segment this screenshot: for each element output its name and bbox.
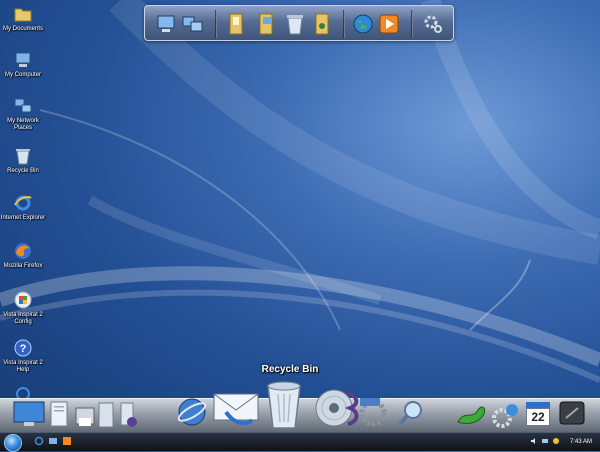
shutdown-icon[interactable] (556, 398, 588, 428)
network-tray-icon[interactable] (541, 437, 549, 445)
recycle-bin-icon[interactable] (283, 12, 307, 36)
dock-separator (215, 10, 217, 38)
documents-folder-icon[interactable] (225, 12, 249, 36)
documents-icon[interactable] (48, 400, 72, 430)
system-settings-icon[interactable] (490, 400, 520, 430)
network-icon[interactable] (181, 12, 205, 36)
recycle-bin-icon[interactable] (262, 376, 306, 430)
desktop-icon-label: Vista Inspirat 2 Config (3, 312, 43, 325)
desktop-icon-label: My Network Places (7, 118, 39, 131)
desktop-icon-label: My Computer (4, 72, 41, 78)
folder-icon[interactable] (96, 400, 118, 430)
taskbar-clock[interactable]: 7:43 AM (564, 437, 598, 447)
show-desktop-icon[interactable] (48, 436, 58, 446)
start-button[interactable] (4, 434, 22, 452)
desktop-icon-my-computer[interactable]: My Computer (0, 50, 46, 79)
folder-icon (14, 8, 32, 22)
dock-separator (343, 10, 345, 38)
volume-icon[interactable] (530, 437, 538, 445)
calendar-icon[interactable]: 22 (524, 400, 552, 428)
dock-hover-label: Recycle Bin (261, 364, 319, 375)
media-player-icon[interactable] (377, 12, 401, 36)
vista-config-icon (14, 291, 32, 309)
security-icon[interactable] (552, 437, 560, 445)
internet-explorer-icon (14, 195, 32, 211)
desktop-icon-label: Vista Inspirat 2 Help (3, 360, 43, 373)
network-icon (14, 98, 32, 113)
svg-text:?: ? (20, 343, 27, 355)
firefox-icon (15, 243, 31, 259)
calendar-day: 22 (526, 408, 550, 426)
desktop-icon-vista-inspirat-config[interactable]: Vista Inspirat 2 Config (0, 290, 46, 326)
desktop-icon-my-network-places[interactable]: My Network Places (0, 96, 46, 132)
computer-icon[interactable] (155, 12, 179, 36)
printer-icon[interactable] (74, 400, 96, 430)
media-player-icon[interactable] (62, 436, 72, 446)
mail-icon[interactable] (212, 390, 260, 430)
desktop-icon[interactable] (12, 398, 46, 428)
recycle-bin-icon (16, 149, 30, 165)
settings-icon[interactable] (358, 396, 388, 428)
search-icon[interactable] (396, 398, 426, 428)
pictures-folder-icon[interactable] (255, 12, 279, 36)
desktop-icon-my-documents[interactable]: My Documents (0, 4, 46, 33)
taskbar (0, 432, 600, 451)
desktop-icon-label: My Documents (2, 26, 43, 32)
internet-explorer-icon[interactable] (176, 396, 208, 428)
help-icon: ? (14, 339, 32, 357)
desktop-icon-internet-explorer[interactable]: Internet Explorer (0, 193, 46, 222)
desktop-icon-label: Recycle Bin (7, 168, 39, 174)
internet-explorer-icon[interactable] (34, 436, 44, 446)
desktop-icon-recycle-bin[interactable]: Recycle Bin (0, 146, 46, 175)
desktop-icon-label: Internet Explorer (0, 215, 46, 221)
desktop-icon-vista-inspirat-help[interactable]: ? Vista Inspirat 2 Help (0, 338, 46, 374)
globe-icon[interactable] (351, 12, 375, 36)
dock-separator (411, 10, 413, 38)
desktop-icon-label: Mozilla Firefox (3, 263, 43, 269)
top-dock (144, 5, 454, 41)
lizard-icon[interactable] (456, 400, 488, 428)
desktop-icon-mozilla-firefox[interactable]: Mozilla Firefox (0, 241, 46, 270)
music-folder-icon[interactable] (311, 12, 335, 36)
settings-gear-icon[interactable] (421, 12, 445, 36)
computer-icon (15, 52, 31, 67)
network-icon[interactable] (118, 400, 140, 430)
